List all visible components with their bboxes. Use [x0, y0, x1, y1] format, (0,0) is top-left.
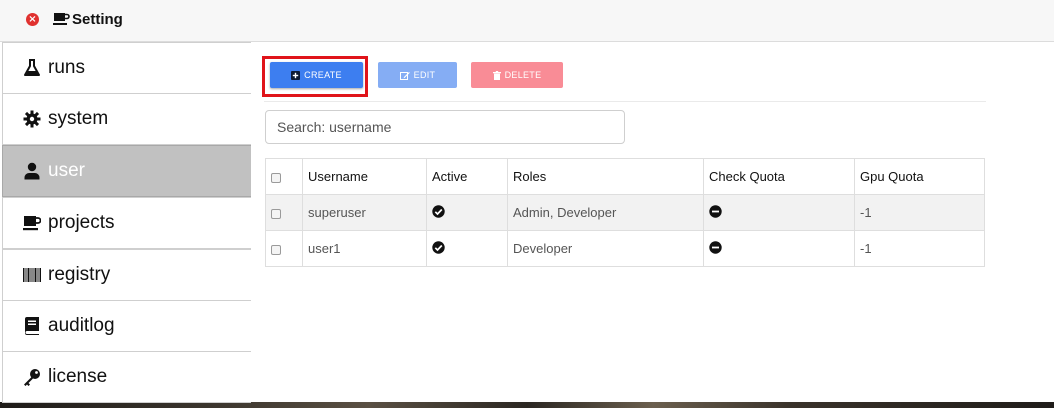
- sidebar-item-license[interactable]: license: [2, 351, 251, 403]
- sidebar-item-label: auditlog: [48, 315, 115, 336]
- sidebar-item-label: registry: [48, 264, 111, 285]
- sidebar-item-label: user: [48, 160, 85, 181]
- column-header-active[interactable]: Active: [426, 158, 508, 195]
- check-circle-icon: [432, 240, 445, 254]
- sidebar-item-label: projects: [48, 212, 115, 233]
- table-row[interactable]: user1 Developer -1: [265, 230, 985, 267]
- minus-circle-icon: [709, 204, 722, 218]
- check-quota-cell: [703, 230, 855, 267]
- column-header-gpu-quota[interactable]: Gpu Quota: [854, 158, 985, 195]
- minus-circle-icon: [709, 240, 722, 254]
- sidebar-item-system[interactable]: system: [2, 93, 251, 145]
- delete-button[interactable]: DELETE: [471, 62, 563, 88]
- roles-cell: Admin, Developer: [507, 194, 704, 231]
- toolbar-divider: [264, 101, 986, 102]
- column-header-roles[interactable]: Roles: [507, 158, 704, 195]
- edit-icon: [399, 71, 410, 80]
- check-quota-cell: [703, 194, 855, 231]
- edit-button-label: EDIT: [413, 70, 436, 80]
- sidebar-item-projects[interactable]: projects: [2, 197, 251, 249]
- window-title: Setting: [72, 11, 123, 28]
- user-icon: [24, 162, 40, 180]
- edit-button[interactable]: EDIT: [378, 62, 457, 88]
- search-input[interactable]: [265, 110, 625, 144]
- select-all-checkbox[interactable]: [271, 172, 281, 183]
- gpu-quota-cell: -1: [854, 194, 985, 231]
- coffee-icon: [23, 216, 41, 231]
- create-button-label: CREATE: [304, 70, 342, 80]
- coffee-icon: [53, 13, 70, 25]
- table-row[interactable]: superuser Admin, Developer -1: [265, 194, 985, 231]
- book-icon: [25, 317, 39, 335]
- username-cell: superuser: [302, 194, 427, 231]
- column-header-username[interactable]: Username: [302, 158, 427, 195]
- row-select-cell: [265, 194, 303, 231]
- active-cell: [426, 230, 508, 267]
- row-checkbox[interactable]: [271, 208, 281, 219]
- column-header-check-quota[interactable]: Check Quota: [703, 158, 855, 195]
- users-table: Username Active Roles Check Quota Gpu Qu…: [265, 158, 985, 267]
- gpu-quota-cell: -1: [854, 230, 985, 267]
- sidebar-item-auditlog[interactable]: auditlog: [2, 300, 251, 352]
- close-button[interactable]: ×: [26, 13, 39, 26]
- sidebar-item-label: system: [48, 108, 109, 129]
- settings-sidebar: runs system user projects registry audit…: [0, 42, 251, 403]
- flask-icon: [24, 59, 40, 76]
- title-bar: × Setting: [0, 0, 1054, 42]
- gear-icon: [23, 110, 41, 128]
- roles-cell: Developer: [507, 230, 704, 267]
- row-select-cell: [265, 230, 303, 267]
- key-icon: [24, 369, 40, 386]
- sidebar-item-runs[interactable]: runs: [2, 42, 251, 94]
- sidebar-item-user[interactable]: user: [2, 145, 251, 197]
- plus-square-icon: [291, 70, 301, 80]
- trash-icon: [492, 70, 501, 80]
- sidebar-item-label: runs: [48, 57, 85, 78]
- create-button[interactable]: CREATE: [270, 62, 363, 88]
- settings-window: × Setting runs system user projects regi…: [0, 0, 1054, 403]
- sidebar-item-label: license: [48, 366, 108, 387]
- select-all-cell: [265, 158, 303, 195]
- barcode-icon: [23, 268, 41, 282]
- delete-button-label: DELETE: [504, 70, 542, 80]
- row-checkbox[interactable]: [271, 244, 281, 255]
- username-cell: user1: [302, 230, 427, 267]
- sidebar-item-registry[interactable]: registry: [2, 249, 251, 301]
- check-circle-icon: [432, 204, 445, 218]
- active-cell: [426, 194, 508, 231]
- table-header-row: Username Active Roles Check Quota Gpu Qu…: [265, 158, 985, 195]
